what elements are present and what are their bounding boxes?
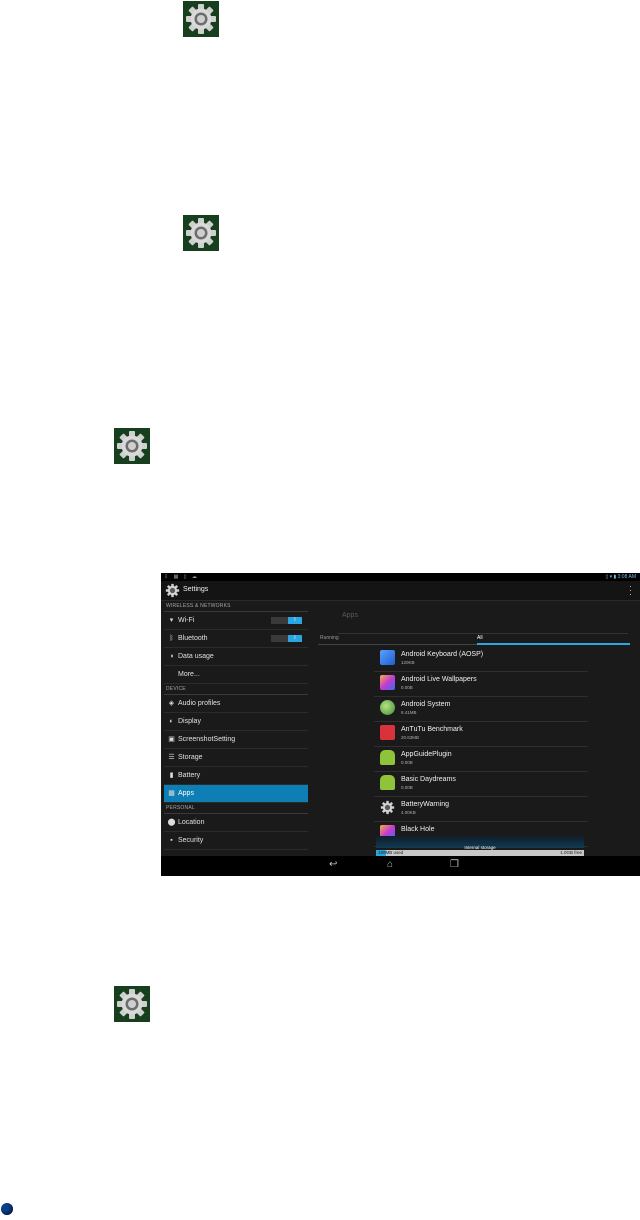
sidebar-item-label: Location: [178, 819, 205, 826]
location-icon: ⬤: [167, 819, 176, 826]
sidebar-item-label: Battery: [178, 772, 201, 779]
audio-icon: ◈: [168, 700, 175, 707]
app-name: AppGuidePlugin: [401, 751, 452, 758]
app-size: 4.00KB: [401, 810, 416, 815]
app-size: 120KB: [401, 660, 415, 665]
overflow-menu-icon[interactable]: · · ·: [629, 582, 632, 599]
sidebar-item-label: Bluetooth: [178, 635, 208, 642]
app-name: Black Hole: [401, 826, 435, 833]
battery-icon: ▮: [169, 772, 174, 779]
app-name: Basic Daydreams: [401, 776, 456, 783]
sidebar-item-battery[interactable]: ▮ Battery: [164, 767, 308, 785]
list-item[interactable]: Android Live Wallpapers 0.00B: [374, 672, 588, 697]
status-time: 3:08: [617, 574, 628, 580]
list-item[interactable]: Android Keyboard (AOSP) 120KB: [374, 647, 588, 672]
camera-icon: ▣: [168, 736, 175, 743]
app-size: 0.00B: [401, 685, 413, 690]
back-icon[interactable]: ↩: [329, 859, 337, 870]
navigation-bar: ↩ ⌂ ❐: [161, 856, 640, 876]
settings-gear-icon: [183, 1, 219, 37]
sidebar-item-label: More...: [178, 671, 200, 678]
divider: [318, 644, 477, 645]
sidebar-item-label: Audio profiles: [178, 700, 221, 707]
list-item[interactable]: BatteryWarning 4.00KB: [374, 797, 588, 822]
status-right: ▯ ▾ ▮ 3:08 AM: [605, 574, 637, 580]
apps-pane: Apps Running All Android Keyboard (AOSP)…: [318, 601, 640, 856]
storage-bar: Internal storage 199MB used 1.0GB free: [376, 836, 584, 856]
keyboard-app-icon: [380, 650, 395, 665]
wallpaper-app-icon: [380, 675, 395, 690]
android-system-icon: [380, 700, 395, 715]
app-name: BatteryWarning: [401, 801, 449, 808]
action-bar: Settings · · ·: [161, 581, 640, 601]
gear-app-icon: [380, 800, 395, 815]
section-header: DEVICE: [164, 684, 308, 695]
app-size: 20.63MB: [401, 735, 420, 740]
sidebar-item-data-usage[interactable]: ◑ Data usage: [164, 648, 308, 666]
android-app-icon: [380, 775, 395, 790]
app-size: 8.41MB: [401, 710, 417, 715]
settings-app-icon[interactable]: [165, 583, 180, 598]
notification-icons: ⇩ ▦ ▯ ☁: [164, 574, 199, 580]
home-icon[interactable]: ⌂: [387, 859, 393, 870]
sidebar-item-display[interactable]: ◐ Display: [164, 713, 308, 731]
sidebar-item-label: ScreenshotSetting: [178, 736, 236, 743]
section-header: PERSONAL: [164, 803, 308, 814]
tab-running[interactable]: Running: [320, 635, 339, 641]
recent-apps-icon[interactable]: ❐: [450, 859, 459, 870]
sidebar-item-audio-profiles[interactable]: ◈ Audio profiles: [164, 695, 308, 713]
toggle-state: I: [288, 635, 302, 642]
app-size: 0.00B: [401, 760, 413, 765]
sidebar-item-more[interactable]: More...: [164, 666, 308, 684]
antutu-icon: [380, 725, 395, 740]
settings-gear-icon: [114, 986, 150, 1022]
lock-icon: ▪: [170, 837, 173, 844]
bluetooth-toggle[interactable]: I: [271, 635, 302, 642]
list-item[interactable]: AppGuidePlugin 0.00B: [374, 747, 588, 772]
app-name: Android System: [401, 701, 451, 708]
sidebar-item-label: Display: [178, 718, 201, 725]
bluetooth-icon: ᛒ: [169, 635, 174, 642]
status-bar: ⇩ ▦ ▯ ☁ ▯ ▾ ▮ 3:08 AM: [161, 573, 640, 581]
wifi-toggle[interactable]: I: [271, 617, 302, 624]
sidebar-item-security[interactable]: ▪ Security: [164, 832, 308, 850]
app-list: Android Keyboard (AOSP) 120KB Android Li…: [374, 647, 588, 847]
sidebar-item-label: Wi-Fi: [178, 617, 195, 624]
sidebar-item-label: Security: [178, 837, 204, 844]
settings-gear-icon: [183, 215, 219, 251]
list-item[interactable]: Android System 8.41MB: [374, 697, 588, 722]
sidebar-item-location[interactable]: ⬤ Location: [164, 814, 308, 832]
apps-header: Apps: [342, 612, 358, 619]
apps-icon: ▦: [168, 790, 175, 797]
app-size: 0.00B: [401, 785, 413, 790]
screen-title: Settings: [183, 586, 209, 593]
bullet-icon: [1, 1203, 13, 1215]
tab-all[interactable]: All: [477, 635, 483, 641]
storage-icon: ☰: [168, 754, 175, 761]
sidebar-item-screenshot-setting[interactable]: ▣ ScreenshotSetting: [164, 731, 308, 749]
settings-gear-icon: [114, 428, 150, 464]
status-ampm: AM: [628, 574, 637, 580]
toggle-state: I: [288, 617, 302, 624]
display-icon: ◐: [169, 718, 174, 725]
sidebar-item-bluetooth[interactable]: ᛒ Bluetooth I: [164, 630, 308, 648]
settings-sidebar: WIRELESS & NETWORKS ▾ Wi-Fi I ᛒ Bluetoot…: [164, 601, 308, 856]
section-header: WIRELESS & NETWORKS: [164, 601, 308, 612]
wifi-icon: ▾: [169, 617, 174, 624]
app-name: Android Keyboard (AOSP): [401, 651, 484, 658]
sidebar-item-label: Apps: [178, 790, 194, 797]
sidebar-item-label: Data usage: [178, 653, 214, 660]
data-usage-icon: ◑: [169, 653, 174, 660]
settings-screenshot: ⇩ ▦ ▯ ☁ ▯ ▾ ▮ 3:08 AM Settings · · · WIREL…: [161, 573, 640, 876]
list-item[interactable]: Basic Daydreams 0.00B: [374, 772, 588, 797]
sidebar-item-storage[interactable]: ☰ Storage: [164, 749, 308, 767]
sidebar-item-apps[interactable]: ▦ Apps: [164, 785, 308, 803]
app-name: AnTuTu Benchmark: [401, 726, 463, 733]
tab-indicator: [477, 643, 630, 645]
app-name: Android Live Wallpapers: [401, 676, 477, 683]
list-item[interactable]: AnTuTu Benchmark 20.63MB: [374, 722, 588, 747]
sidebar-item-wifi[interactable]: ▾ Wi-Fi I: [164, 612, 308, 630]
android-app-icon: [380, 750, 395, 765]
sidebar-item-label: Storage: [178, 754, 203, 761]
